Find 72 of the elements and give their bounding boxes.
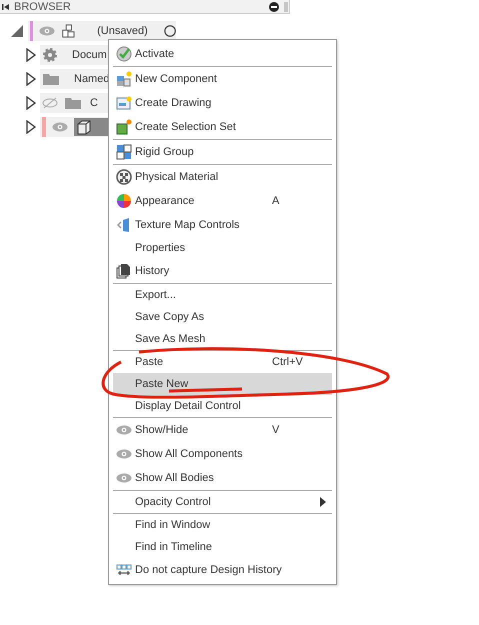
menu-item-label: Save Copy As (135, 311, 206, 323)
menu-item[interactable]: Display Detail Control (113, 395, 332, 417)
minus-circle-icon[interactable] (269, 2, 279, 12)
menu-item[interactable]: Paste Ctrl+V (113, 351, 332, 373)
capture-icon (116, 563, 132, 577)
menu-item-label: Opacity Control (135, 496, 212, 508)
menu-item[interactable]: Opacity Control (113, 491, 332, 513)
menu-item[interactable]: Create Selection Set (113, 115, 332, 139)
menu-item[interactable]: Physical Material (113, 165, 332, 189)
menu-item-label: Paste New (135, 378, 190, 390)
menu-item[interactable]: Do not capture Design History (113, 558, 332, 582)
component-icon (116, 71, 132, 87)
menu-item[interactable]: Show All Bodies (113, 466, 332, 490)
color-wheel-icon (116, 193, 132, 209)
menu-item-label: Export... (135, 289, 177, 301)
resize-grip-icon[interactable] (283, 0, 289, 12)
menu-item[interactable]: Properties (113, 237, 332, 259)
menu-item-label: Paste (135, 356, 164, 368)
tree-item-label: (Unsaved) (97, 25, 148, 37)
menu-item-label: Appearance (135, 195, 196, 207)
menu-item[interactable]: Export... (113, 284, 332, 306)
shortcut-label: V (272, 424, 280, 436)
collapsed-triangle-icon[interactable] (26, 120, 36, 134)
tree-item[interactable]: (Unsaved) (28, 21, 176, 41)
rigid-group-icon (116, 144, 132, 160)
menu-item-label: Do not capture Design History (135, 564, 283, 576)
menu-item[interactable]: Save As Mesh (113, 328, 332, 350)
menu-item-label: Create Selection Set (135, 121, 237, 133)
gear-icon (42, 47, 58, 63)
menu-item-label: Physical Material (135, 171, 220, 183)
menu-item-label: Save As Mesh (135, 333, 206, 345)
menu-item[interactable]: Show All Components (113, 442, 332, 466)
stacked-pages-icon (116, 263, 132, 279)
menu-item-label: Display Detail Control (135, 400, 242, 412)
panel-title: BROWSER (14, 0, 72, 14)
collapsed-triangle-icon[interactable] (26, 96, 36, 110)
menu-item-label: History (135, 265, 170, 277)
menu-item[interactable]: Find in Window (113, 514, 332, 536)
menu-item-label: Show All Components (135, 448, 244, 460)
tree-item-label: C (90, 97, 98, 109)
cube-icon (76, 119, 92, 135)
shortcut-label: A (272, 195, 280, 207)
menu-item[interactable]: History (113, 259, 332, 283)
menu-item-label: Find in Window (135, 519, 212, 531)
menu-item-label: Show All Bodies (135, 472, 215, 484)
collapse-panel-icon[interactable] (2, 2, 10, 10)
shortcut-label: Ctrl+V (272, 356, 304, 368)
menu-item[interactable]: Texture Map Controls (113, 213, 332, 237)
checkered-sphere-icon (116, 169, 132, 185)
folder-icon (64, 96, 82, 110)
menu-item[interactable]: Show/Hide V (113, 418, 332, 442)
menu-item-label: Properties (135, 242, 186, 254)
folder-icon (42, 72, 60, 86)
menu-item[interactable]: Appearance A (113, 189, 332, 213)
drawing-icon (116, 96, 132, 110)
tree-item-label: Docum (72, 49, 107, 61)
menu-item-label: Texture Map Controls (135, 219, 241, 231)
menu-item-label: Find in Timeline (135, 541, 214, 553)
collapsed-triangle-icon[interactable] (26, 72, 36, 86)
menu-item-label: Rigid Group (135, 146, 195, 158)
texture-map-icon (117, 217, 131, 233)
menu-item[interactable]: Save Copy As (113, 306, 332, 328)
selection-set-icon (116, 119, 132, 135)
menu-item[interactable]: Rigid Group (113, 140, 332, 164)
menu-item-label: Show/Hide (135, 424, 190, 436)
radio-circle-icon[interactable] (164, 24, 176, 38)
menu-item[interactable]: Find in Timeline (113, 536, 332, 558)
collapsed-triangle-icon[interactable] (26, 48, 36, 62)
checkmark-icon (116, 46, 132, 62)
menu-item[interactable]: Paste New (113, 373, 332, 395)
component-icon (61, 22, 78, 40)
expanded-triangle-icon[interactable] (10, 24, 24, 38)
